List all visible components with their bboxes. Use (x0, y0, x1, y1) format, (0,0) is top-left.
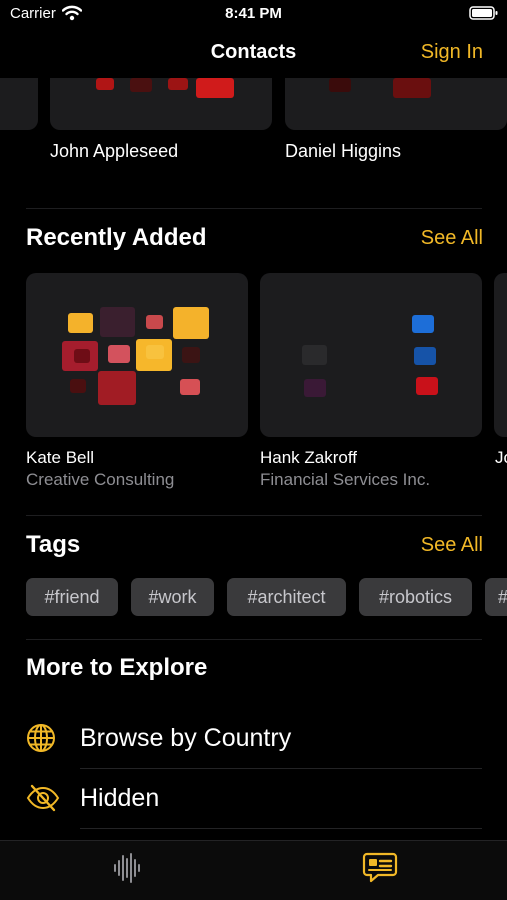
tab-contacts[interactable] (360, 851, 400, 885)
avatar-tile (196, 78, 234, 98)
avatar-tile (173, 307, 209, 339)
avatar-tile (180, 379, 200, 395)
eye-slash-icon (26, 784, 60, 812)
contact-name[interactable]: Jo (495, 448, 507, 468)
battery-icon (469, 6, 498, 20)
favorite-card-daniel-higgins[interactable] (285, 78, 507, 130)
tags-title: Tags (26, 531, 81, 558)
avatar-tile (98, 371, 136, 405)
tag-chip[interactable]: #work (131, 578, 214, 616)
favorite-card-john-appleseed[interactable] (50, 78, 272, 130)
avatar-tile (412, 315, 434, 333)
contact-card-partial[interactable] (494, 273, 507, 437)
avatar-tile (68, 313, 93, 333)
browse-by-country-label: Browse by Country (80, 724, 292, 752)
globe-icon (27, 724, 55, 752)
section-divider (26, 208, 482, 209)
contact-card-kate-bell[interactable] (26, 273, 248, 437)
avatar-tile (182, 347, 200, 363)
contacts-scroll-view[interactable]: John Appleseed Daniel Higgins Recently A… (0, 78, 507, 840)
avatar-tile (100, 307, 135, 337)
status-bar: Carrier 8:41 PM (0, 0, 507, 30)
avatar-tile (70, 379, 86, 393)
avatar-tile (168, 78, 188, 90)
avatar-tile (146, 345, 164, 359)
avatar-tile (302, 345, 327, 365)
row-divider (80, 828, 482, 829)
sign-in-button[interactable]: Sign In (421, 41, 483, 64)
avatar-tile (393, 78, 431, 98)
browse-by-country-row[interactable]: Browse by Country (26, 709, 482, 769)
favorite-name[interactable]: Daniel Higgins (285, 141, 401, 162)
tag-chip[interactable]: #robotics (359, 578, 472, 616)
avatar-tile (416, 377, 438, 395)
avatar-tile (329, 78, 351, 92)
avatar-tile (146, 315, 163, 329)
recently-added-see-all-button[interactable]: See All (421, 227, 483, 250)
tab-bar (0, 840, 507, 900)
status-time: 8:41 PM (225, 5, 282, 22)
section-divider (26, 515, 482, 516)
tags-see-all-button[interactable]: See All (421, 534, 483, 557)
hidden-label: Hidden (80, 784, 160, 812)
tag-chip[interactable]: #architect (227, 578, 346, 616)
avatar-tile (414, 347, 436, 365)
navigation-bar: Contacts Sign In (0, 30, 507, 78)
tab-waveform[interactable] (107, 851, 147, 885)
contact-name[interactable]: Kate Bell (26, 448, 94, 468)
contact-card-hank-zakroff[interactable] (260, 273, 482, 437)
contact-company: Financial Services Inc. (260, 470, 431, 489)
contact-card-bubble-icon (362, 852, 398, 883)
tag-chip[interactable]: # (485, 578, 507, 616)
contact-company: Creative Consulting (26, 470, 175, 489)
avatar-tile (130, 78, 152, 92)
recently-added-title: Recently Added (26, 224, 207, 251)
avatar-tile (304, 379, 326, 397)
hidden-row[interactable]: Hidden (26, 769, 482, 829)
avatar-tile (74, 349, 90, 363)
tag-chip[interactable]: #friend (26, 578, 118, 616)
favorite-name[interactable]: John Appleseed (50, 141, 178, 162)
contact-name[interactable]: Hank Zakroff (260, 448, 357, 468)
avatar-tile (96, 78, 114, 90)
explore-title: More to Explore (26, 654, 208, 681)
waveform-icon (114, 853, 140, 883)
avatar-tile (108, 345, 130, 363)
favorite-card-partial[interactable] (0, 78, 38, 130)
section-divider (26, 639, 482, 640)
